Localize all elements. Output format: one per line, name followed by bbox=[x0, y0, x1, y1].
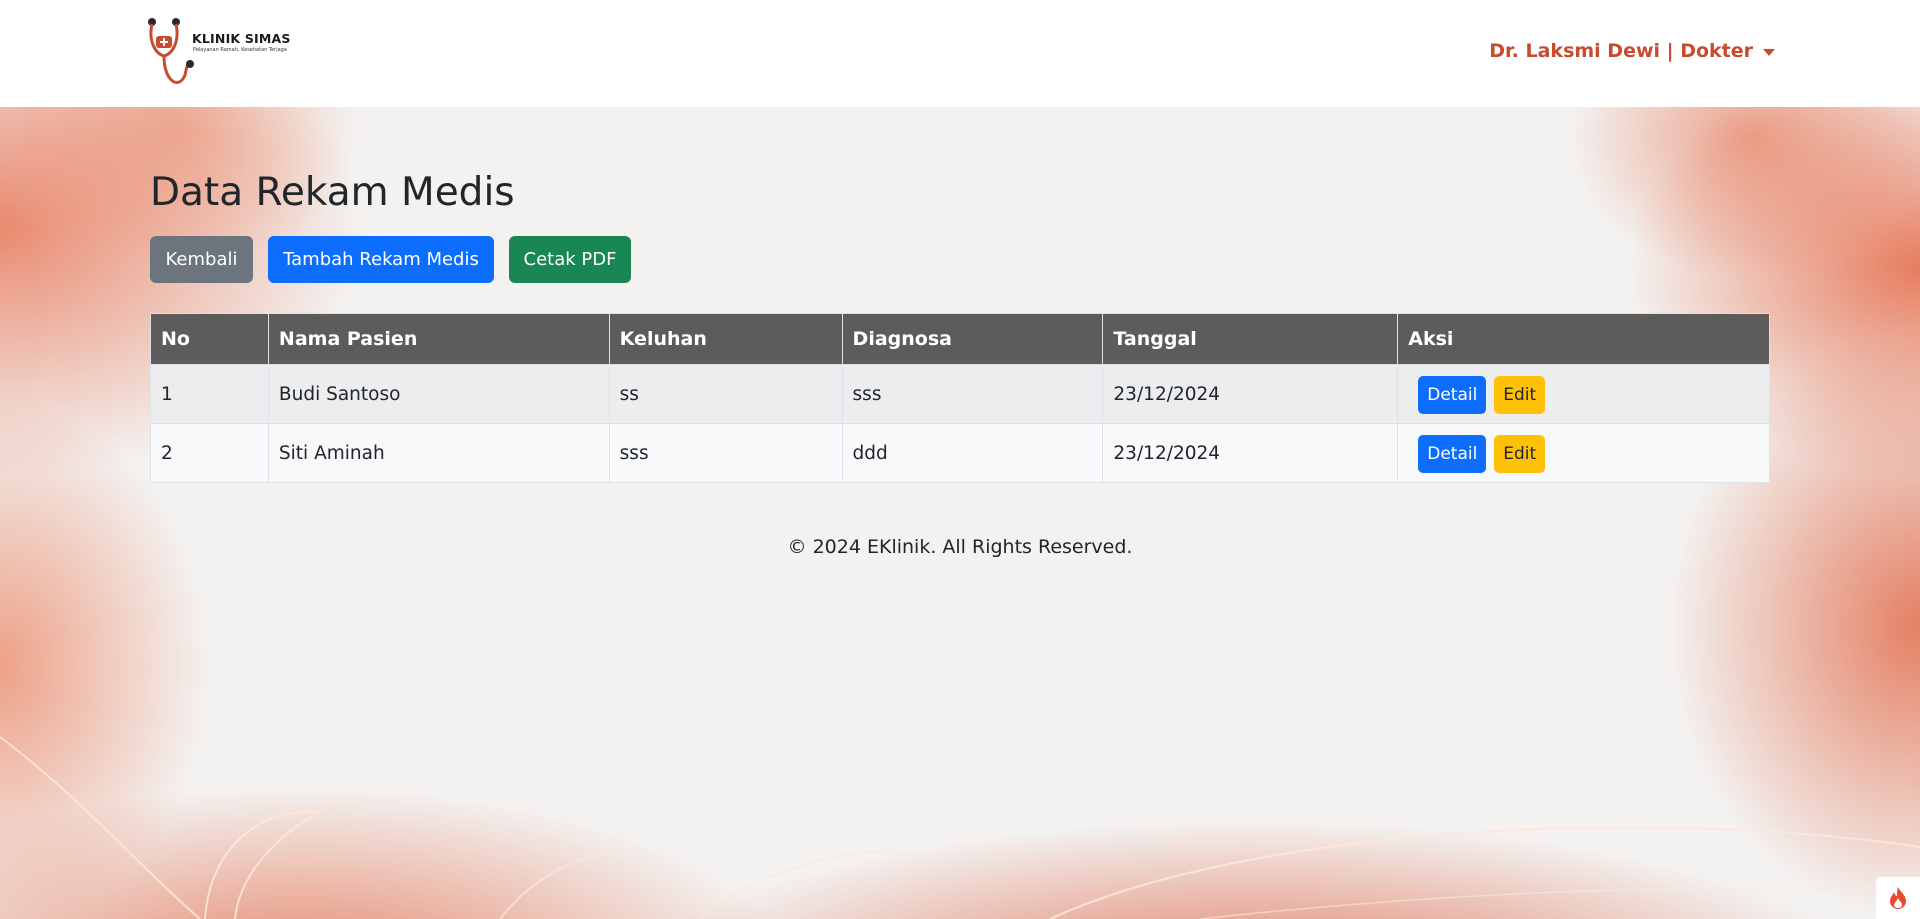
cell-keluhan: ss bbox=[608, 364, 843, 424]
detail-button[interactable]: Detail bbox=[1418, 376, 1487, 414]
brand-logo[interactable]: KLINIK SIMAS Pelayanan Ramah, Kesehatan … bbox=[146, 14, 296, 90]
medical-records-table: No Nama Pasien Keluhan Diagnosa Tanggal … bbox=[150, 313, 1770, 483]
edit-button[interactable]: Edit bbox=[1494, 435, 1546, 473]
cell-tanggal: 23/12/2024 bbox=[1102, 364, 1399, 424]
print-pdf-button[interactable]: Cetak PDF bbox=[509, 236, 631, 283]
page-footer: © 2024 EKlinik. All Rights Reserved. bbox=[0, 536, 1920, 558]
cell-no: 1 bbox=[150, 364, 269, 424]
header-diagnosa: Diagnosa bbox=[841, 313, 1104, 365]
cell-keluhan: sss bbox=[608, 423, 843, 483]
top-navbar: KLINIK SIMAS Pelayanan Ramah, Kesehatan … bbox=[0, 0, 1920, 107]
cell-no: 2 bbox=[150, 423, 269, 483]
flame-widget-button[interactable] bbox=[1876, 877, 1920, 919]
decorative-swirls bbox=[0, 736, 1920, 919]
header-aksi: Aksi bbox=[1397, 313, 1770, 365]
edit-button[interactable]: Edit bbox=[1494, 376, 1546, 414]
watercolor-background bbox=[0, 107, 1920, 919]
footer-copyright: © 2024 EKlinik. All Rights Reserved. bbox=[787, 536, 1133, 558]
flame-icon bbox=[1890, 887, 1906, 909]
brand-subtitle: Pelayanan Ramah, Kesehatan Terjaga bbox=[193, 47, 287, 53]
table-row: 2 Siti Aminah sss ddd 23/12/2024 Detail … bbox=[150, 423, 1770, 483]
header-nama-pasien: Nama Pasien bbox=[267, 313, 610, 365]
header-no: No bbox=[150, 313, 269, 365]
cell-aksi: Detail Edit bbox=[1397, 364, 1770, 424]
user-label: Dr. Laksmi Dewi | Dokter bbox=[1489, 40, 1753, 62]
stethoscope-logo-icon bbox=[148, 18, 194, 84]
cell-nama-pasien: Siti Aminah bbox=[267, 423, 610, 483]
cell-aksi: Detail Edit bbox=[1397, 423, 1770, 483]
header-tanggal: Tanggal bbox=[1102, 313, 1399, 365]
cell-tanggal: 23/12/2024 bbox=[1102, 423, 1399, 483]
table-row: 1 Budi Santoso ss sss 23/12/2024 Detail … bbox=[150, 364, 1770, 424]
user-dropdown-toggle[interactable]: Dr. Laksmi Dewi | Dokter bbox=[1489, 40, 1775, 62]
cell-diagnosa: sss bbox=[841, 364, 1104, 424]
header-keluhan: Keluhan bbox=[608, 313, 843, 365]
page-title: Data Rekam Medis bbox=[150, 170, 515, 215]
add-medical-record-button[interactable]: Tambah Rekam Medis bbox=[268, 236, 494, 283]
table-header-row: No Nama Pasien Keluhan Diagnosa Tanggal … bbox=[150, 313, 1770, 365]
back-button[interactable]: Kembali bbox=[150, 236, 253, 283]
caret-down-icon bbox=[1763, 48, 1775, 56]
cell-diagnosa: ddd bbox=[841, 423, 1104, 483]
brand-title: KLINIK SIMAS bbox=[192, 31, 291, 46]
action-buttons: Kembali Tambah Rekam Medis Cetak PDF bbox=[150, 236, 631, 283]
detail-button[interactable]: Detail bbox=[1418, 435, 1487, 473]
cell-nama-pasien: Budi Santoso bbox=[267, 364, 610, 424]
